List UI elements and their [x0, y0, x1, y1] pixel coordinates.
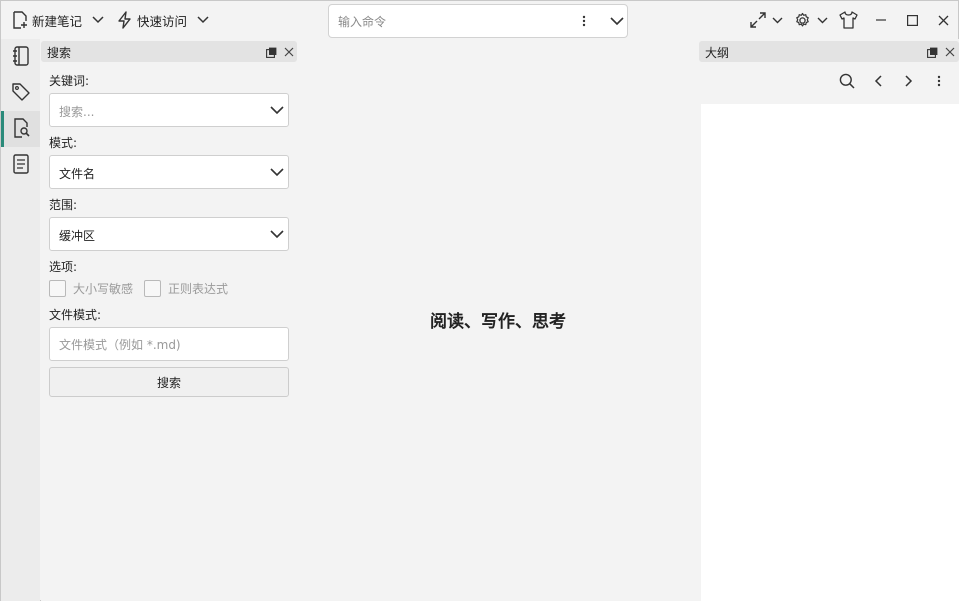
next-icon[interactable]: [902, 73, 916, 89]
outline-doc-icon: [12, 153, 29, 177]
quick-access-button[interactable]: 快速访问: [117, 9, 187, 31]
lightning-icon: [117, 11, 133, 29]
new-note-button[interactable]: 新建笔记: [12, 9, 82, 31]
editor-area: 阅读、写作、思考: [297, 39, 699, 601]
theme-shirt-icon[interactable]: [838, 10, 858, 30]
quick-access-label: 快速访问: [137, 13, 188, 29]
scope-label: 范围:: [49, 198, 78, 212]
search-panel: 搜索 关键词: 搜索... 模式: 文件名 范围: 缓冲区 选项: 大小写敏感 …: [41, 39, 297, 601]
options-label: 选项:: [49, 260, 78, 274]
float-panel-icon[interactable]: [265, 46, 277, 58]
keyword-combo[interactable]: 搜索...: [49, 93, 289, 127]
app-window: 新建笔记 快速访问 输入命令 搜索 关键词: 搜索... 模式: 文件名 范围:…: [0, 0, 959, 601]
mode-value: 文件名: [59, 167, 96, 181]
outline-content: [701, 104, 959, 601]
quick-access-dropdown-icon[interactable]: [196, 13, 210, 27]
expand-dropdown-icon[interactable]: [771, 13, 783, 27]
new-note-label: 新建笔记: [32, 13, 83, 29]
outline-panel-header: 大纲: [699, 41, 959, 62]
close-panel-icon[interactable]: [283, 46, 295, 58]
float-panel-icon[interactable]: [926, 46, 938, 58]
outline-panel: 大纲: [699, 39, 959, 601]
command-box[interactable]: [328, 4, 628, 38]
keyword-label: 关键词:: [49, 74, 90, 88]
chevron-down-icon[interactable]: [270, 165, 284, 182]
mode-select[interactable]: 文件名: [49, 155, 289, 189]
new-note-icon: [12, 11, 28, 29]
search-file-icon: [13, 117, 31, 141]
welcome-slogan: 阅读、写作、思考: [430, 312, 566, 332]
regex-checkbox[interactable]: [144, 280, 162, 297]
tags-activity[interactable]: [1, 75, 40, 111]
case-sensitive-label: 大小写敏感: [73, 282, 134, 296]
minimize-icon[interactable]: [874, 13, 888, 27]
more-options-icon[interactable]: [579, 14, 589, 28]
search-activity[interactable]: [1, 111, 40, 147]
notebook-activity[interactable]: [1, 39, 40, 75]
scope-select[interactable]: 缓冲区: [49, 217, 289, 251]
more-options-icon[interactable]: [934, 73, 944, 89]
outline-panel-title: 大纲: [705, 46, 730, 60]
activity-bar: [1, 39, 40, 601]
expand-icon[interactable]: [749, 11, 767, 29]
command-dropdown-icon[interactable]: [609, 15, 625, 27]
case-sensitive-checkbox[interactable]: [49, 280, 66, 297]
search-button[interactable]: 搜索: [49, 367, 289, 397]
chevron-down-icon[interactable]: [270, 227, 284, 244]
settings-dropdown-icon[interactable]: [816, 13, 828, 27]
outline-activity[interactable]: [1, 147, 40, 183]
search-panel-title: 搜索: [47, 46, 72, 60]
chevron-down-icon[interactable]: [270, 103, 284, 120]
search-icon[interactable]: [838, 72, 856, 90]
command-input[interactable]: [338, 12, 568, 32]
title-bar: 新建笔记 快速访问: [1, 1, 958, 39]
tag-icon: [11, 82, 31, 105]
file-pattern-field[interactable]: [49, 327, 289, 361]
mode-label: 模式:: [49, 136, 78, 150]
search-panel-header: 搜索: [41, 41, 297, 62]
maximize-icon[interactable]: [905, 13, 919, 27]
close-icon[interactable]: [936, 13, 950, 27]
options-row: 大小写敏感 正则表达式: [49, 280, 239, 297]
keyword-placeholder: 搜索...: [59, 105, 95, 119]
close-panel-icon[interactable]: [944, 46, 956, 58]
gear-icon[interactable]: [793, 11, 811, 29]
regex-label: 正则表达式: [168, 282, 229, 296]
file-pattern-input[interactable]: [59, 335, 279, 355]
notebook-icon: [12, 45, 30, 69]
file-pattern-label: 文件模式:: [49, 308, 102, 322]
new-note-dropdown-icon[interactable]: [91, 13, 105, 27]
previous-icon[interactable]: [871, 73, 885, 89]
scope-value: 缓冲区: [59, 229, 96, 243]
